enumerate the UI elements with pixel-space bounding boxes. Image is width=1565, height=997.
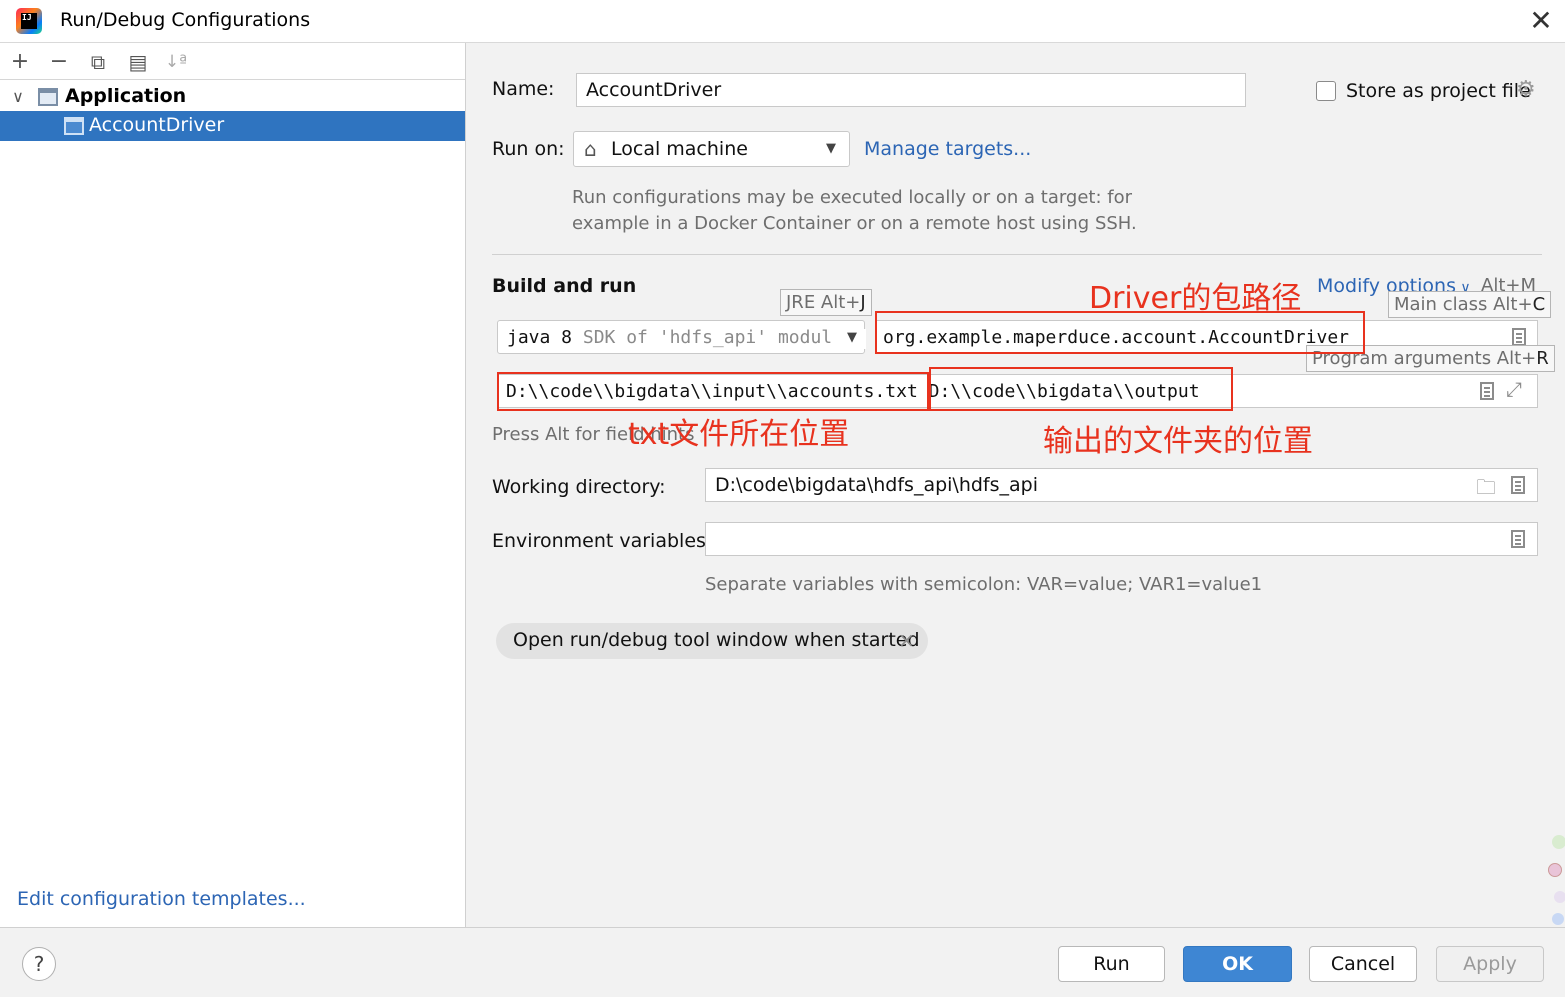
run-on-label: Run on:: [492, 138, 565, 160]
remove-icon[interactable]: −: [46, 49, 72, 75]
tree-group-label: Application: [65, 85, 187, 107]
working-directory-value: D:\code\bigdata\hdfs_api\hdfs_api: [715, 474, 1038, 496]
annotation-box-main-class: [875, 311, 1365, 354]
application-icon: [38, 88, 58, 106]
manage-targets-link[interactable]: Manage targets...: [864, 138, 1031, 160]
application-config-icon: [64, 117, 84, 135]
chevron-down-icon: ▼: [826, 141, 836, 156]
configuration-form: Name: AccountDriver Store as project fil…: [467, 43, 1565, 927]
tree-item-accountdriver[interactable]: AccountDriver: [0, 111, 465, 141]
jre-dropdown[interactable]: java 8 SDK of 'hdfs_api' modul ▼: [497, 320, 866, 354]
run-on-hint-line2: example in a Docker Container or on a re…: [572, 213, 1137, 234]
jre-value-sub: SDK of 'hdfs_api' modul: [582, 327, 833, 348]
working-directory-input[interactable]: D:\code\bigdata\hdfs_api\hdfs_api 🗀: [705, 468, 1538, 502]
environment-variables-hint: Separate variables with semicolon: VAR=v…: [705, 574, 1263, 595]
macros-icon[interactable]: [1511, 476, 1525, 494]
configurations-sidebar: + − ⧉ ▤ ↓ª ∨ Application AccountDriver E…: [0, 43, 466, 927]
working-directory-label: Working directory:: [492, 476, 666, 498]
folder-icon[interactable]: 🗀: [1476, 473, 1496, 507]
copy-icon[interactable]: ⧉: [85, 49, 111, 75]
run-on-hint-line1: Run configurations may be executed local…: [572, 187, 1133, 208]
environment-variables-label: Environment variables:: [492, 530, 713, 552]
window-title: Run/Debug Configurations: [60, 9, 311, 31]
tree-group-application[interactable]: ∨ Application: [0, 82, 465, 112]
annotation-box-output-path: [929, 367, 1233, 411]
browse-icon[interactable]: [1511, 530, 1525, 548]
sidebar-toolbar: + − ⧉ ▤ ↓ª: [0, 43, 465, 80]
expand-icon[interactable]: ⤢: [1506, 377, 1522, 401]
open-tool-window-chip[interactable]: Open run/debug tool window when started …: [496, 623, 928, 659]
close-icon[interactable]: ✕: [1525, 6, 1557, 38]
add-icon[interactable]: +: [7, 49, 33, 75]
section-divider: [492, 254, 1542, 255]
apply-button[interactable]: Apply: [1436, 946, 1544, 982]
home-icon: ⌂: [584, 137, 597, 161]
jre-value: java 8: [507, 327, 573, 348]
environment-variables-input[interactable]: [705, 522, 1538, 556]
build-and-run-heading: Build and run: [492, 275, 637, 297]
ok-button[interactable]: OK: [1183, 946, 1292, 982]
tree-item-label: AccountDriver: [89, 114, 225, 136]
jre-tooltip-text: JRE Alt+: [786, 292, 861, 313]
annotation-box-input-path: [497, 372, 929, 411]
annotation-driver-path: Driver的包路径: [1089, 281, 1302, 316]
annotation-output-location: 输出的文件夹的位置: [1043, 424, 1313, 459]
edit-templates-link[interactable]: Edit configuration templates...: [17, 888, 306, 910]
edge-decoration: [1540, 835, 1565, 930]
annotation-txt-location: txt文件所在位置: [628, 417, 850, 452]
close-icon[interactable]: ×: [898, 628, 915, 652]
title-bar: IJ Run/Debug Configurations ✕: [0, 0, 1565, 43]
run-button[interactable]: Run: [1058, 946, 1165, 982]
run-on-dropdown[interactable]: ⌂ Local machine ▼: [573, 131, 850, 167]
browse-icon[interactable]: [1512, 328, 1526, 346]
chevron-down-icon: ▼: [838, 329, 866, 349]
name-input-value: AccountDriver: [586, 79, 722, 101]
chevron-down-icon[interactable]: ∨: [8, 82, 28, 112]
main-class-tooltip: Main class Alt+C: [1388, 291, 1552, 318]
name-label: Name:: [492, 78, 555, 100]
main-class-tooltip-key: C: [1532, 294, 1546, 315]
store-as-project-checkbox[interactable]: [1316, 81, 1336, 101]
gear-icon[interactable]: ⚙: [1516, 77, 1536, 102]
sort-icon[interactable]: ↓ª: [163, 49, 189, 75]
name-input[interactable]: AccountDriver: [576, 73, 1246, 107]
run-on-value: Local machine: [611, 138, 748, 160]
help-button[interactable]: ?: [22, 947, 56, 981]
open-tool-window-label: Open run/debug tool window when started: [513, 629, 920, 651]
jre-tooltip: JRE Alt+J: [780, 289, 872, 316]
store-as-project-label: Store as project file: [1346, 80, 1531, 102]
browse-icon[interactable]: [1480, 382, 1494, 400]
program-args-tooltip-key: R: [1536, 348, 1549, 369]
folder-add-icon[interactable]: ▤: [125, 49, 151, 75]
jre-tooltip-key: J: [860, 292, 866, 313]
main-class-tooltip-text: Main class Alt+: [1394, 294, 1533, 315]
dialog-button-bar: ? Run OK Cancel Apply: [0, 927, 1565, 997]
cancel-button[interactable]: Cancel: [1309, 946, 1417, 982]
intellij-app-icon: IJ: [16, 8, 42, 34]
